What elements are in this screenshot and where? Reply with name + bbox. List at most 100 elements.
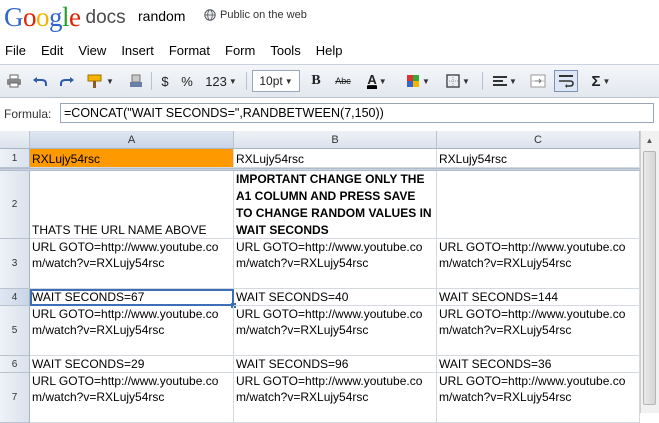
menu-file[interactable]: File xyxy=(0,40,34,62)
top-bar: Google docs random Public on the web xyxy=(0,0,659,38)
menu-help[interactable]: Help xyxy=(311,40,351,62)
scroll-up-arrow-icon[interactable]: ▲ xyxy=(643,133,656,148)
document-title[interactable]: random xyxy=(138,8,185,24)
row-header-1[interactable]: 1 xyxy=(0,149,30,168)
cell-b1[interactable]: RXLujy54rsc xyxy=(234,149,437,168)
merge-cells-button[interactable] xyxy=(527,70,549,92)
globe-icon xyxy=(204,9,216,21)
chevron-down-icon: ▼ xyxy=(422,76,430,86)
cell-b3[interactable]: URL GOTO=http://www.youtube.com/watch?v=… xyxy=(234,239,437,289)
row-header-2[interactable]: 2 xyxy=(0,171,30,239)
cell-c1[interactable]: RXLujy54rsc xyxy=(437,149,640,168)
align-dropdown[interactable]: ▼ xyxy=(488,70,522,92)
toolbar-separator xyxy=(246,72,247,90)
undo-button[interactable] xyxy=(29,70,51,92)
menu-format[interactable]: Format xyxy=(164,40,218,62)
row-header-3[interactable]: 3 xyxy=(0,239,30,289)
column-header-b[interactable]: B xyxy=(234,131,437,149)
chevron-down-icon: ▼ xyxy=(284,76,293,86)
align-icon xyxy=(493,76,508,86)
menu-view[interactable]: View xyxy=(73,40,114,62)
wrap-icon xyxy=(559,75,574,88)
percent-format-button[interactable]: % xyxy=(178,70,196,92)
menu-tools[interactable]: Tools xyxy=(265,40,308,62)
currency-format-button[interactable]: $ xyxy=(157,70,173,92)
cell-a5[interactable]: URL GOTO=http://www.youtube.com/watch?v=… xyxy=(30,306,234,356)
toolbar-separator xyxy=(151,72,152,90)
spreadsheet-grid: A B C 1 RXLujy54rsc RXLujy54rsc RXLujy54… xyxy=(0,131,659,423)
row-header-5[interactable]: 5 xyxy=(0,306,30,356)
chevron-down-icon: ▼ xyxy=(378,76,387,86)
clear-format-button[interactable] xyxy=(125,70,147,92)
sharing-status-label: Public on the web xyxy=(220,9,307,21)
menu-insert[interactable]: Insert xyxy=(116,40,162,62)
menu-edit[interactable]: Edit xyxy=(36,40,71,62)
text-color-button[interactable]: A ▼ xyxy=(361,70,393,92)
formula-input[interactable]: =CONCAT("WAIT SECONDS=",RANDBETWEEN(7,15… xyxy=(60,103,654,123)
merge-icon xyxy=(530,74,546,88)
cell-c2[interactable] xyxy=(437,171,640,239)
redo-icon xyxy=(60,77,74,86)
cell-a4[interactable]: WAIT SECONDS=67 xyxy=(30,289,234,306)
font-size-dropdown[interactable]: 10pt ▼ xyxy=(252,70,300,92)
cell-c4[interactable]: WAIT SECONDS=144 xyxy=(437,289,640,306)
format-painter-button[interactable]: ▼ xyxy=(83,70,117,92)
font-size-value: 10pt xyxy=(259,74,283,88)
logo-letter: g xyxy=(49,2,63,32)
print-icon xyxy=(7,74,21,88)
fill-color-button[interactable]: ▼ xyxy=(402,70,434,92)
menu-bar: File Edit View Insert Format Form Tools … xyxy=(0,40,659,62)
chevron-down-icon: ▼ xyxy=(509,76,517,86)
cell-b5[interactable]: URL GOTO=http://www.youtube.com/watch?v=… xyxy=(234,306,437,356)
vertical-scrollbar[interactable]: ▲ xyxy=(640,131,659,413)
logo-product: docs xyxy=(85,7,126,28)
sharing-status[interactable]: Public on the web xyxy=(204,9,307,21)
cell-a3[interactable]: URL GOTO=http://www.youtube.com/watch?v=… xyxy=(30,239,234,289)
cell-c6[interactable]: WAIT SECONDS=36 xyxy=(437,356,640,373)
cell-b6[interactable]: WAIT SECONDS=96 xyxy=(234,356,437,373)
row-header-7[interactable]: 7 xyxy=(0,373,30,423)
borders-icon xyxy=(446,74,460,88)
select-all-corner[interactable] xyxy=(0,131,30,149)
wrap-text-button[interactable] xyxy=(554,70,578,92)
functions-icon: Σ xyxy=(591,72,601,90)
logo-letter: G xyxy=(4,2,24,32)
row-header-4[interactable]: 4 xyxy=(0,289,30,306)
menu-form[interactable]: Form xyxy=(220,40,263,62)
cell-a7[interactable]: URL GOTO=http://www.youtube.com/watch?v=… xyxy=(30,373,234,423)
cell-c3[interactable]: URL GOTO=http://www.youtube.com/watch?v=… xyxy=(437,239,640,289)
column-header-a[interactable]: A xyxy=(30,131,234,149)
bold-button[interactable]: B xyxy=(306,70,326,92)
fill-color-icon xyxy=(407,75,420,87)
logo-letter: o xyxy=(36,2,50,32)
logo-letter: o xyxy=(23,2,37,32)
google-docs-logo[interactable]: Google docs xyxy=(4,2,126,36)
cell-c5[interactable]: URL GOTO=http://www.youtube.com/watch?v=… xyxy=(437,306,640,356)
cell-c7[interactable]: URL GOTO=http://www.youtube.com/watch?v=… xyxy=(437,373,640,423)
borders-button[interactable]: ▼ xyxy=(442,70,474,92)
logo-letter: e xyxy=(69,2,81,32)
text-color-icon: A xyxy=(367,71,377,89)
column-header-c[interactable]: C xyxy=(437,131,640,149)
cell-b2[interactable]: IMPORTANT CHANGE ONLY THE A1 COLUMN AND … xyxy=(234,171,437,239)
toolbar-separator xyxy=(482,72,483,90)
cell-a2[interactable]: THATS THE URL NAME ABOVE xyxy=(30,171,234,239)
cell-b4[interactable]: WAIT SECONDS=40 xyxy=(234,289,437,306)
number-format-dropdown[interactable]: 123 ▼ xyxy=(201,70,241,92)
row-header-6[interactable]: 6 xyxy=(0,356,30,373)
clear-format-icon xyxy=(130,74,142,87)
cell-a1[interactable]: RXLujy54rsc xyxy=(30,149,234,168)
functions-dropdown[interactable]: Σ ▼ xyxy=(586,70,616,92)
chevron-down-icon: ▼ xyxy=(462,76,470,86)
print-button[interactable] xyxy=(3,70,25,92)
scrollbar-thumb[interactable] xyxy=(643,151,656,405)
formula-bar: Formula: =CONCAT("WAIT SECONDS=",RANDBET… xyxy=(0,98,659,130)
strikethrough-button[interactable]: Abc xyxy=(332,70,354,92)
undo-icon xyxy=(33,77,47,86)
chevron-down-icon: ▼ xyxy=(602,76,611,86)
cell-b7[interactable]: URL GOTO=http://www.youtube.com/watch?v=… xyxy=(234,373,437,423)
redo-button[interactable] xyxy=(56,70,78,92)
formula-label: Formula: xyxy=(4,107,52,121)
cell-a6[interactable]: WAIT SECONDS=29 xyxy=(30,356,234,373)
chevron-down-icon: ▼ xyxy=(106,76,114,86)
